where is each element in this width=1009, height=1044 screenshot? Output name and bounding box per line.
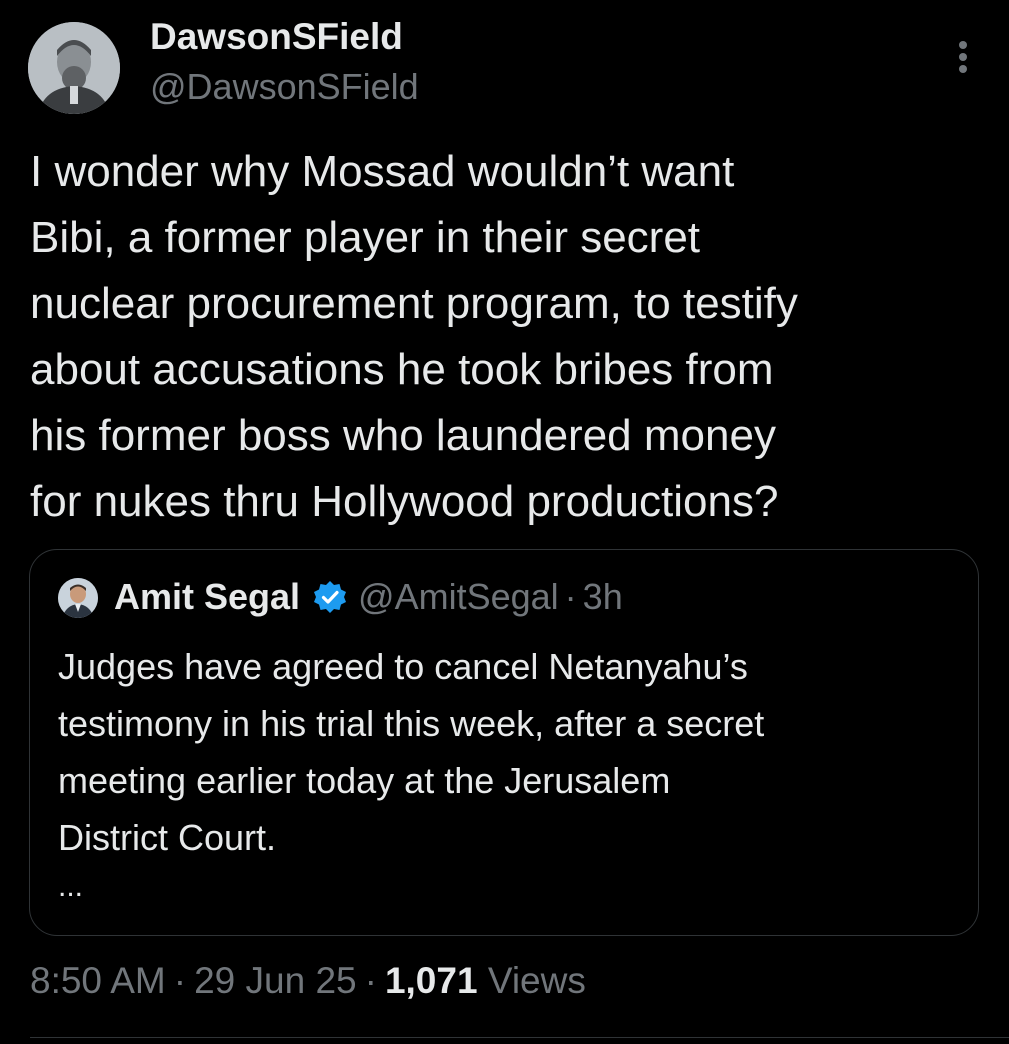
quoted-timestamp[interactable]: 3h: [583, 576, 623, 618]
quoted-author-handle[interactable]: @AmitSegal: [358, 576, 559, 618]
portrait-avatar-icon: [28, 22, 120, 114]
more-options-icon[interactable]: [948, 38, 978, 78]
views-label: Views: [487, 960, 586, 1001]
tweet-text: I wonder why Mossad wouldn’t want Bibi, …: [30, 147, 798, 526]
tweet-time[interactable]: 8:50 AM: [30, 960, 166, 1001]
quoted-separator: ·: [564, 576, 577, 617]
quoted-author-avatar[interactable]: [58, 578, 98, 618]
author-avatar[interactable]: [28, 22, 120, 114]
tweet: DawsonSField @DawsonSField I wonder why …: [0, 0, 1009, 1044]
quoted-tweet-text: Judges have agreed to cancel Netanyahu’s…: [58, 646, 765, 858]
views-count: 1,071: [384, 960, 478, 1001]
verified-badge-icon: [312, 579, 348, 615]
author-handle[interactable]: @DawsonSField: [150, 66, 419, 108]
quoted-tweet-ellipsis: ...: [58, 870, 84, 903]
quoted-author-name[interactable]: Amit Segal: [114, 576, 300, 618]
tweet-meta: 8:50 AM · 29 Jun 25 · 1,071 Views: [30, 960, 586, 1002]
meta-separator: ·: [173, 960, 187, 1001]
meta-separator: ·: [364, 960, 377, 1001]
tweet-date[interactable]: 29 Jun 25: [194, 960, 357, 1001]
person-avatar-icon: [58, 578, 98, 618]
quoted-tweet-header: Amit Segal @AmitSegal · 3h: [114, 576, 623, 618]
author-display-name[interactable]: DawsonSField: [150, 16, 403, 58]
quoted-tweet[interactable]: Amit Segal @AmitSegal · 3h Judges have a…: [29, 549, 979, 936]
divider: [30, 1037, 1009, 1038]
